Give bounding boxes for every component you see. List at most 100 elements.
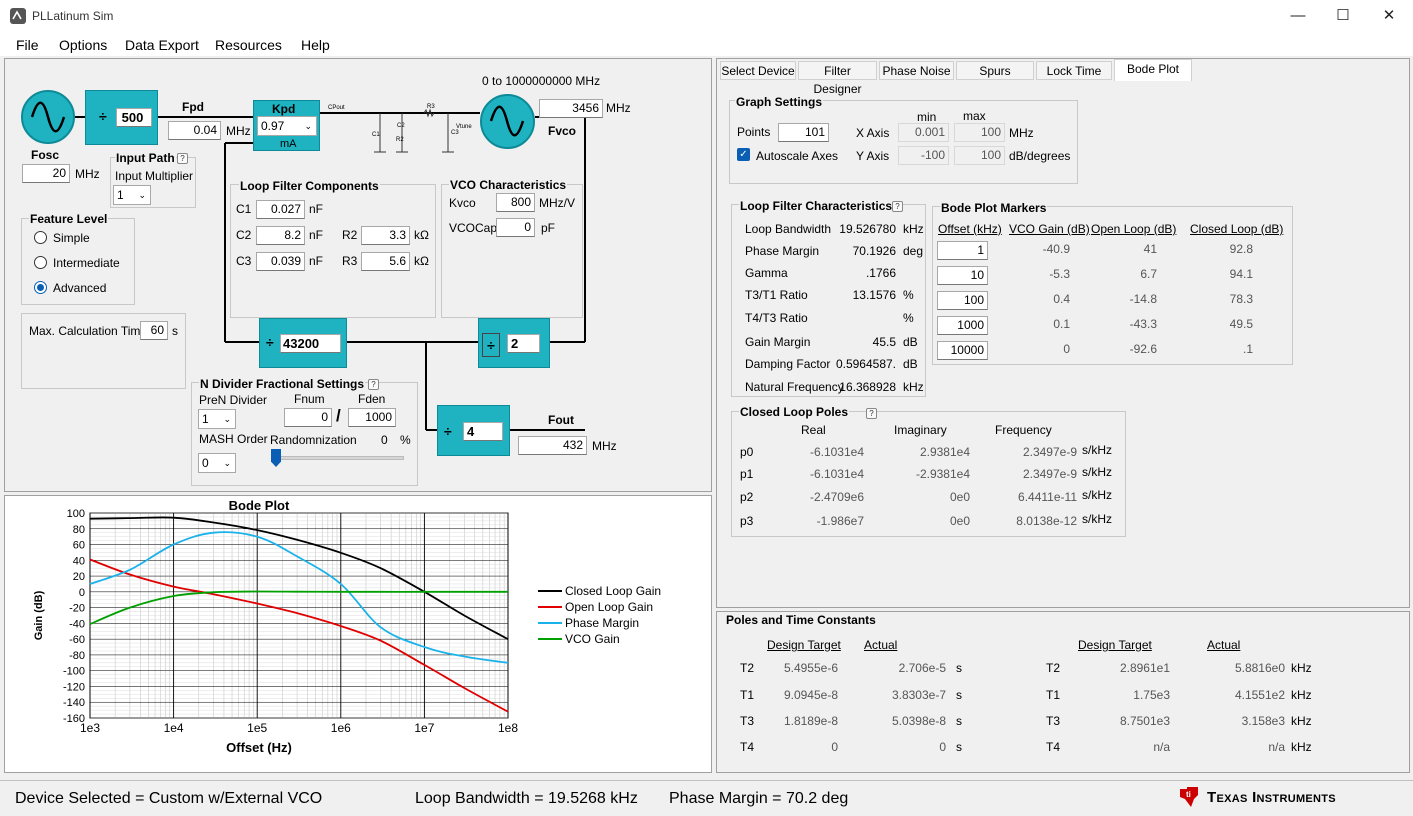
tc-right-header-target: Design Target xyxy=(1078,638,1152,652)
y-tick-label: -100 xyxy=(63,666,85,678)
sine-wave-icon xyxy=(489,105,525,137)
r2-label: R2 xyxy=(342,228,358,242)
c2-input[interactable]: 8.2 xyxy=(256,226,305,245)
radio-intermediate[interactable] xyxy=(34,256,47,269)
autoscale-checkbox[interactable]: ✓ xyxy=(737,148,750,161)
xaxis-min[interactable]: 0.001 xyxy=(898,123,949,142)
radio-intermediate-label[interactable]: Intermediate xyxy=(53,256,120,270)
help-icon[interactable]: ? xyxy=(892,201,903,212)
fden-input[interactable]: 1000 xyxy=(348,408,396,427)
tab-spurs[interactable]: Spurs xyxy=(956,61,1034,80)
y-tick-label: -20 xyxy=(69,603,85,615)
xaxis-max[interactable]: 100 xyxy=(954,123,1005,142)
y-tick-label: -80 xyxy=(69,650,85,662)
lf-char-title: Loop Filter Characteristics xyxy=(739,199,894,213)
chevron-down-icon: ⌄ xyxy=(138,190,146,200)
yaxis-label: Y Axis xyxy=(856,149,890,163)
marker-offset-input[interactable]: 1000 xyxy=(937,316,988,335)
marker-offset-input[interactable]: 100 xyxy=(937,291,988,310)
tab-filter-designer[interactable]: Filter Designer xyxy=(798,61,877,96)
marker-header-open: Open Loop (dB) xyxy=(1091,222,1177,236)
y-tick-label: 0 xyxy=(79,587,85,599)
tc-unit: s xyxy=(956,688,962,702)
fnum-label: Fnum xyxy=(294,392,325,406)
rand-label: Randomnization xyxy=(270,433,357,447)
out-divider-input[interactable]: 4 xyxy=(463,422,503,441)
legend-label-vco-gain: VCO Gain xyxy=(565,632,620,646)
autoscale-label[interactable]: Autoscale Axes xyxy=(756,149,838,163)
fosc-input[interactable]: 20 xyxy=(22,164,70,183)
rand-slider-track[interactable] xyxy=(272,456,404,460)
max-label: max xyxy=(963,109,986,123)
tab-select-device[interactable]: Select Device xyxy=(720,61,796,80)
vcocap-label: VCOCap xyxy=(449,221,498,235)
tc-name: T2 xyxy=(1046,661,1061,675)
marker-vco-gain: 0 xyxy=(1063,342,1070,356)
loop-filter-title: Loop Filter Components xyxy=(239,179,380,193)
radio-advanced[interactable] xyxy=(34,281,47,294)
lf-char-label: Natural Frequency xyxy=(745,380,844,394)
c2-small-label: C2 xyxy=(397,123,405,129)
lf-char-value: 70.1926 xyxy=(852,244,896,258)
radio-advanced-label[interactable]: Advanced xyxy=(53,281,106,295)
marker-offset-input[interactable]: 10000 xyxy=(937,341,988,360)
marker-header-closed: Closed Loop (dB) xyxy=(1190,222,1284,236)
pole-imag: -2.9381e4 xyxy=(915,467,970,481)
marker-offset-input[interactable]: 10 xyxy=(937,266,988,285)
close-button[interactable]: ✕ xyxy=(1366,0,1412,32)
radio-simple-label[interactable]: Simple xyxy=(53,231,90,245)
lf-char-value: 16.368928 xyxy=(839,380,896,394)
tab-bode-plot[interactable]: Bode Plot xyxy=(1114,59,1192,81)
c1-input[interactable]: 0.027 xyxy=(256,200,305,219)
tc-actual: 3.158e3 xyxy=(1241,714,1285,728)
c3-input[interactable]: 0.039 xyxy=(256,252,305,271)
marker-vco-gain: 0.4 xyxy=(1053,292,1070,306)
y-tick-label: -160 xyxy=(63,713,85,725)
rand-unit: % xyxy=(400,433,411,447)
help-icon[interactable]: ? xyxy=(177,153,188,164)
input-multiplier-select[interactable]: 1 ⌄ xyxy=(113,185,151,205)
fnum-input[interactable]: 0 xyxy=(284,408,332,427)
tc-target: 9.0945e-8 xyxy=(783,688,838,702)
fpd-unit: MHz xyxy=(226,124,251,138)
calc-time-input[interactable]: 60 xyxy=(140,321,168,340)
kpd-select[interactable]: 0.97 ⌄ xyxy=(257,116,317,136)
lf-char-label: T4/T3 Ratio xyxy=(745,311,808,325)
help-icon[interactable]: ? xyxy=(866,408,877,419)
points-input[interactable]: 101 xyxy=(778,123,829,142)
y-tick-label: 80 xyxy=(73,524,85,536)
legend-label-phase-margin: Phase Margin xyxy=(565,616,639,630)
r3-input[interactable]: 5.6 xyxy=(361,252,410,271)
tc-left-header-target: Design Target xyxy=(767,638,841,652)
kvco-input[interactable]: 800 xyxy=(496,193,535,212)
fout-unit: MHz xyxy=(592,439,617,453)
chevron-down-icon: ⌄ xyxy=(304,121,312,131)
tc-actual: 5.0398e-8 xyxy=(891,714,946,728)
help-icon[interactable]: ? xyxy=(368,379,379,390)
rand-value: 0 xyxy=(381,433,388,447)
n-divider-input[interactable]: 43200 xyxy=(280,334,341,353)
tab-phase-noise[interactable]: Phase Noise xyxy=(879,61,954,80)
tc-actual: 3.8303e-7 xyxy=(891,688,946,702)
vcocap-input[interactable]: 0 xyxy=(496,218,535,237)
status-bandwidth: Loop Bandwidth = 19.5268 kHz xyxy=(415,790,638,807)
pren-select[interactable]: 1 ⌄ xyxy=(198,409,236,429)
r-divider-input[interactable]: 500 xyxy=(116,108,152,127)
yaxis-max[interactable]: 100 xyxy=(954,146,1005,165)
pre-divider-input[interactable]: 2 xyxy=(507,334,540,353)
mash-select[interactable]: 0 ⌄ xyxy=(198,453,236,473)
marker-offset-input[interactable]: 1 xyxy=(937,241,988,260)
r2-input[interactable]: 3.3 xyxy=(361,226,410,245)
pole-real: -6.1031e4 xyxy=(809,445,864,459)
maximize-button[interactable]: ☐ xyxy=(1320,0,1366,32)
tab-lock-time[interactable]: Lock Time xyxy=(1036,61,1112,80)
yaxis-min[interactable]: -100 xyxy=(898,146,949,165)
vco-range: 0 to 1000000000 MHz xyxy=(482,74,601,88)
chevron-down-icon: ⌄ xyxy=(223,414,231,424)
radio-simple[interactable] xyxy=(34,231,47,244)
y-tick-label: -60 xyxy=(69,634,85,646)
legend-label-open-loop-gain: Open Loop Gain xyxy=(565,600,653,614)
minimize-button[interactable]: — xyxy=(1275,0,1321,32)
fpd-label: Fpd xyxy=(182,100,204,114)
y-tick-label: 60 xyxy=(73,540,85,552)
